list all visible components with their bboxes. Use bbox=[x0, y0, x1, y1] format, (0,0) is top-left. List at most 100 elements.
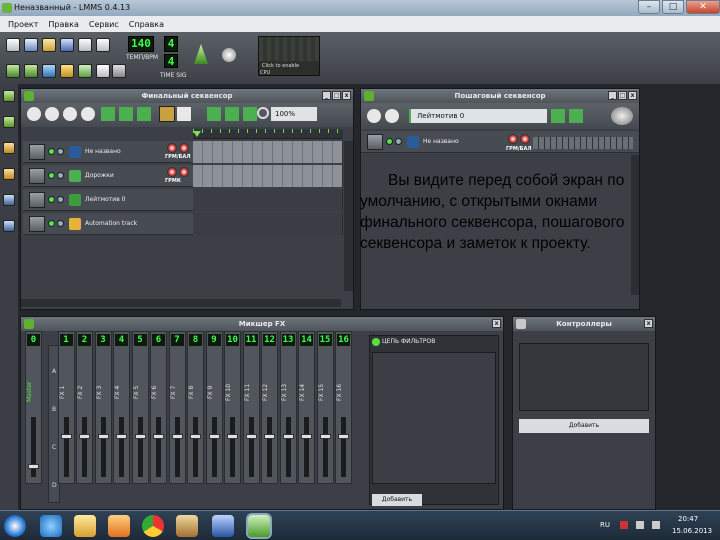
mixer-fader-track[interactable] bbox=[304, 417, 309, 477]
fx-mixer-close[interactable]: x bbox=[492, 319, 501, 328]
export-icon[interactable] bbox=[78, 38, 92, 52]
mixer-channel[interactable]: 12 FX 12 bbox=[261, 331, 278, 484]
new-from-template-icon[interactable] bbox=[24, 38, 38, 52]
mixer-fader-handle[interactable] bbox=[153, 433, 164, 439]
mixer-fader-handle[interactable] bbox=[319, 433, 331, 439]
mixer-channel[interactable]: 16 FX 16 bbox=[335, 331, 352, 484]
record-icon[interactable] bbox=[45, 107, 59, 121]
my-samples-icon[interactable] bbox=[3, 116, 15, 128]
menu-edit[interactable]: Правка bbox=[48, 20, 78, 29]
mixer-channel[interactable]: 7 FX 7 bbox=[168, 331, 186, 484]
mixer-bank-letter[interactable]: D bbox=[52, 482, 57, 489]
mixer-fader-handle[interactable] bbox=[245, 433, 257, 439]
effect-chain-enable-led[interactable] bbox=[372, 338, 380, 346]
track-volume-knob[interactable] bbox=[167, 167, 177, 177]
song-editor-hscroll[interactable] bbox=[21, 299, 341, 307]
mixer-channel[interactable]: 5 FX 5 bbox=[131, 331, 149, 484]
file-explorer-icon[interactable] bbox=[74, 515, 96, 537]
beat-track-mute-led[interactable] bbox=[386, 138, 393, 145]
add-controller-button[interactable]: Добавить bbox=[519, 419, 649, 433]
mixer-fader-handle[interactable] bbox=[60, 433, 72, 439]
song-editor-maximize[interactable]: □ bbox=[332, 91, 341, 100]
beat-editor-minimize[interactable]: _ bbox=[608, 91, 617, 100]
draw-mode-icon[interactable] bbox=[159, 106, 175, 122]
beat-editor-vscroll[interactable] bbox=[631, 155, 639, 295]
clock-time[interactable]: 20:47 bbox=[678, 515, 698, 523]
mixer-fader-handle[interactable] bbox=[338, 433, 349, 439]
instrument-plugins-icon[interactable] bbox=[3, 220, 15, 232]
automation-editor-icon[interactable] bbox=[60, 64, 74, 78]
mixer-fader-handle[interactable] bbox=[79, 433, 90, 439]
clock-date[interactable]: 15.06.2013 bbox=[672, 527, 712, 535]
remove-steps-icon[interactable] bbox=[569, 109, 583, 123]
beat-track-name[interactable]: Не названо bbox=[423, 138, 459, 145]
network-icon[interactable] bbox=[636, 521, 644, 529]
mixer-fader-track[interactable] bbox=[137, 417, 143, 477]
song-editor-close[interactable]: x bbox=[342, 91, 351, 100]
track-solo-led[interactable] bbox=[57, 172, 64, 179]
mixer-fader-handle[interactable] bbox=[134, 433, 146, 439]
mixer-fader-track[interactable] bbox=[119, 417, 124, 477]
mixer-bank-letter[interactable]: C bbox=[52, 444, 56, 451]
track-actions-icon[interactable] bbox=[29, 215, 45, 232]
track-pattern-lane[interactable] bbox=[193, 189, 343, 211]
beat-pan-knob[interactable] bbox=[520, 134, 530, 144]
beat-stop-icon[interactable] bbox=[385, 109, 399, 123]
track-name[interactable]: Дорожки bbox=[85, 172, 114, 179]
mixer-fader-handle[interactable] bbox=[116, 433, 127, 439]
track-pan-knob[interactable] bbox=[179, 143, 189, 153]
track-pan-knob[interactable] bbox=[179, 167, 189, 177]
word-icon[interactable] bbox=[212, 515, 234, 537]
mixer-fader-track[interactable] bbox=[230, 417, 235, 477]
add-automation-track-icon[interactable] bbox=[137, 107, 151, 121]
song-editor-minimize[interactable]: _ bbox=[322, 91, 331, 100]
timeline-ruler[interactable] bbox=[193, 129, 343, 139]
mixer-channel[interactable]: 10 FX 10 bbox=[224, 331, 241, 484]
mixer-fader-handle[interactable] bbox=[171, 433, 183, 439]
track-mute-led[interactable] bbox=[48, 220, 55, 227]
add-beat-track-icon[interactable] bbox=[101, 107, 115, 121]
controllers-list[interactable] bbox=[519, 343, 649, 411]
beat-editor-maximize[interactable]: □ bbox=[618, 91, 627, 100]
track-name[interactable]: Лейтмотив 0 bbox=[85, 196, 125, 203]
mixer-fader-track[interactable] bbox=[285, 417, 291, 477]
track-volume-knob[interactable] bbox=[167, 143, 177, 153]
lmms-taskbar-icon[interactable] bbox=[248, 515, 270, 537]
play-icon[interactable] bbox=[27, 107, 41, 121]
mixer-fader-track[interactable] bbox=[267, 417, 272, 477]
mixer-channel[interactable]: 11 FX 11 bbox=[242, 331, 260, 484]
add-steps-icon[interactable] bbox=[551, 109, 565, 123]
beat-track-solo-led[interactable] bbox=[395, 138, 402, 145]
menu-help[interactable]: Справка bbox=[129, 20, 164, 29]
track-mute-led[interactable] bbox=[48, 172, 55, 179]
mixer-channel[interactable]: 6 FX 6 bbox=[150, 331, 167, 484]
track-name[interactable]: Automation track bbox=[85, 220, 137, 227]
mixer-fader-handle[interactable] bbox=[190, 433, 201, 439]
mixer-fader-handle[interactable] bbox=[227, 433, 238, 439]
start-button-icon[interactable] bbox=[4, 515, 26, 537]
mixer-bank-letter[interactable]: B bbox=[52, 406, 56, 413]
minimize-button[interactable]: – bbox=[638, 0, 660, 14]
mixer-channel[interactable]: 2 FX 2 bbox=[76, 331, 93, 484]
pattern-select[interactable]: Лейтмотив 0 bbox=[411, 109, 547, 123]
volume-icon[interactable] bbox=[652, 521, 660, 529]
song-editor-vscroll[interactable] bbox=[344, 141, 353, 291]
my-projects-icon[interactable] bbox=[3, 90, 15, 102]
internet-explorer-icon[interactable] bbox=[40, 515, 62, 537]
master-pitch-knob[interactable] bbox=[222, 48, 236, 62]
mixer-channel[interactable]: 14 FX 14 bbox=[298, 331, 315, 484]
mixer-fader-handle[interactable] bbox=[301, 433, 312, 439]
mixer-fader-track[interactable] bbox=[174, 417, 180, 477]
mixer-channel[interactable]: 8 FX 8 bbox=[187, 331, 204, 484]
mixer-fader-handle[interactable] bbox=[264, 433, 275, 439]
song-editor-icon[interactable] bbox=[6, 64, 20, 78]
close-button[interactable]: ✕ bbox=[686, 0, 720, 14]
add-effect-button[interactable]: Добавить фильтр bbox=[372, 494, 422, 515]
track-actions-icon[interactable] bbox=[29, 143, 45, 160]
timeline-stop-behavior-icon[interactable] bbox=[243, 107, 257, 121]
root-directory-icon[interactable] bbox=[3, 194, 15, 206]
menu-tools[interactable]: Сервис bbox=[89, 20, 119, 29]
track-mute-led[interactable] bbox=[48, 196, 55, 203]
track-name[interactable]: Не названо bbox=[85, 148, 121, 155]
track-solo-led[interactable] bbox=[57, 196, 64, 203]
